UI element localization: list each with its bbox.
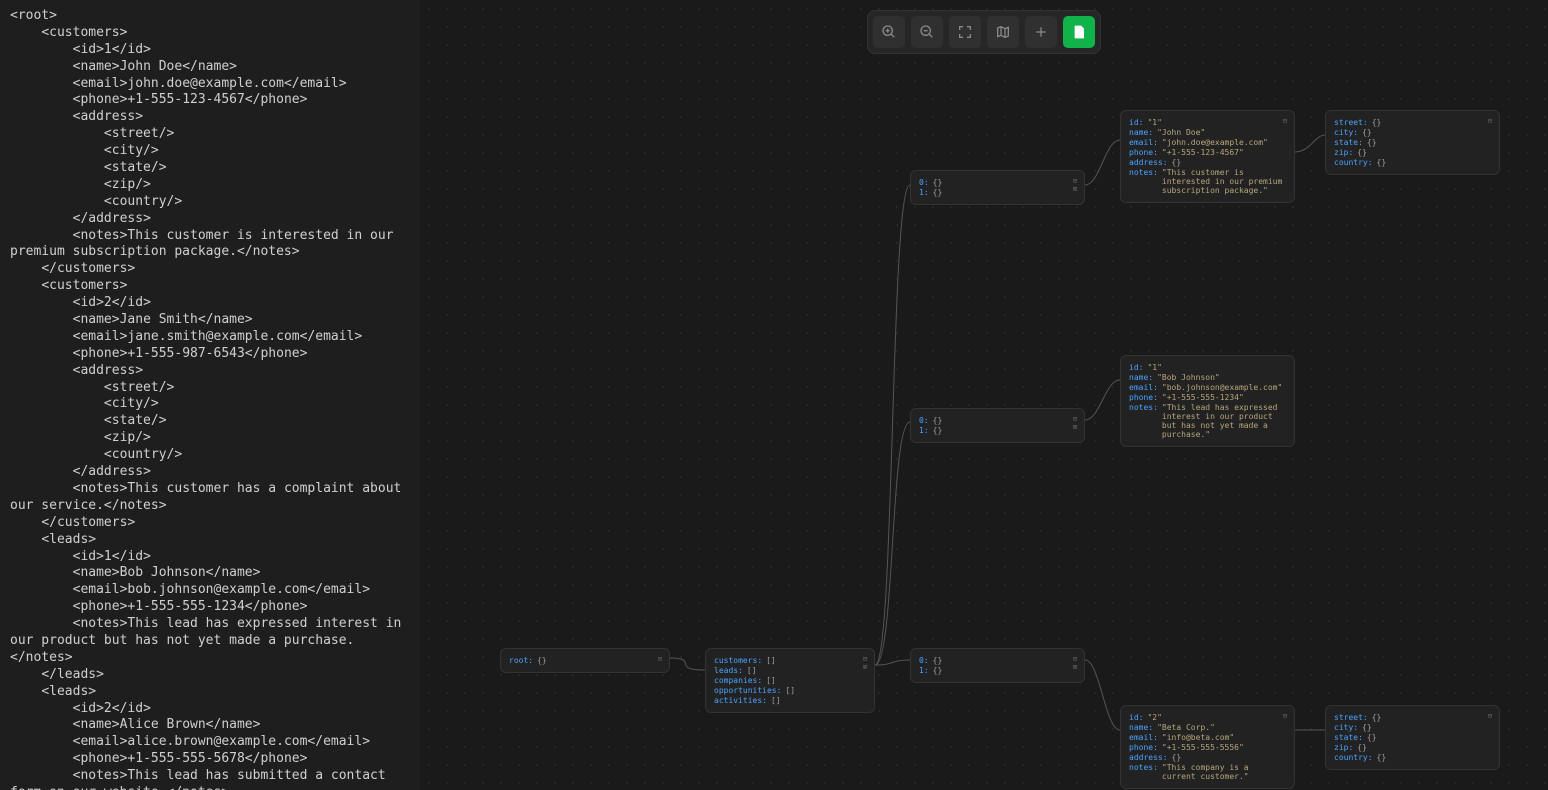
zoom-in-button[interactable] [873, 16, 905, 48]
zoom-out-icon [919, 24, 935, 40]
plus-icon [1033, 24, 1049, 40]
add-node-button[interactable] [1025, 16, 1057, 48]
xml-source-code: <root> <customers> <id>1</id> <name>John… [10, 8, 410, 790]
node-company-2[interactable]: id: "2" name: "Beta Corp." email: "info@… [1120, 705, 1295, 789]
node-lead-1[interactable]: id: "1" name: "Bob Johnson" email: "bob.… [1120, 355, 1295, 447]
graph-toolbar [867, 10, 1101, 54]
node-address-1[interactable]: street: {} city: {} state: {} zip: {} co… [1325, 110, 1500, 175]
node-handle[interactable]: ⊟ [860, 655, 870, 661]
node-root[interactable]: root: {} ⊟ [500, 648, 670, 673]
node-row: root: {} [509, 656, 661, 665]
node-handle[interactable]: ⊠ [860, 663, 870, 669]
node-customer-1[interactable]: id: "1" name: "John Doe" email: "john.do… [1120, 110, 1295, 203]
node-handle[interactable]: ⊟ [655, 655, 665, 661]
node-collections[interactable]: customers: [] leads: [] companies: [] op… [705, 648, 875, 713]
xml-source-panel[interactable]: <root> <customers> <id>1</id> <name>John… [0, 0, 420, 790]
node-numeric-c[interactable]: 0: {} 1: {} ⊟⊠ [910, 648, 1085, 683]
minimap-icon [995, 24, 1011, 40]
node-numeric-a[interactable]: 0: {} 1: {} ⊟⊠ [910, 170, 1085, 205]
zoom-out-button[interactable] [911, 16, 943, 48]
export-button[interactable] [1063, 16, 1095, 48]
graph-canvas[interactable]: root: {} ⊟ customers: [] leads: [] compa… [420, 0, 1548, 790]
file-icon [1071, 24, 1087, 40]
minimap-button[interactable] [987, 16, 1019, 48]
node-numeric-b[interactable]: 0: {} 1: {} ⊟⊠ [910, 408, 1085, 443]
zoom-in-icon [881, 24, 897, 40]
fit-view-icon [957, 24, 973, 40]
node-handle-left [500, 658, 506, 664]
fit-view-button[interactable] [949, 16, 981, 48]
node-address-2[interactable]: street: {} city: {} state: {} zip: {} co… [1325, 705, 1500, 770]
